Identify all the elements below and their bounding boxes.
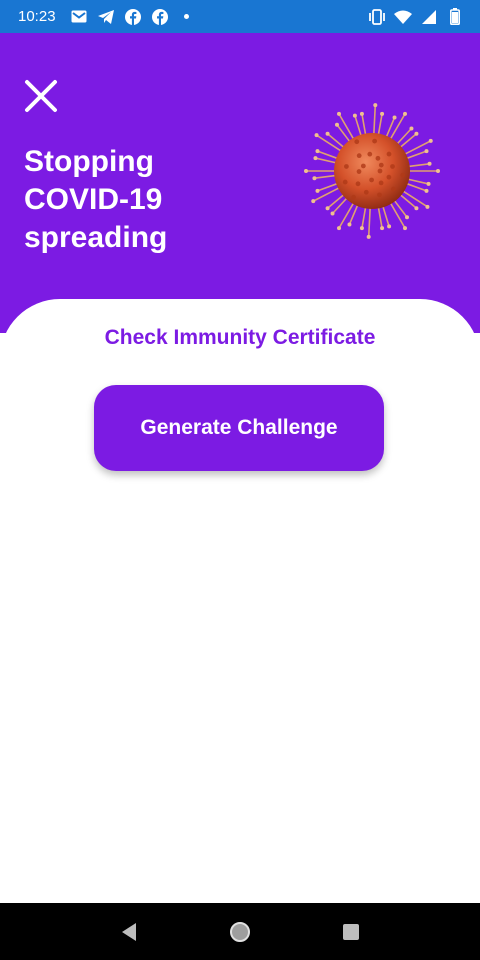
status-bar: 10:23	[0, 0, 480, 33]
recents-icon	[342, 923, 359, 940]
battery-icon	[446, 8, 464, 26]
nav-home-button[interactable]	[220, 912, 260, 952]
status-system-icons	[368, 8, 464, 26]
close-icon	[25, 80, 57, 112]
status-time: 10:23	[18, 8, 56, 25]
telegram-icon	[97, 8, 115, 26]
signal-icon	[420, 8, 438, 26]
facebook-icon	[124, 8, 142, 26]
navigation-bar	[0, 903, 480, 960]
page-title: Stopping COVID-19 spreading	[24, 145, 168, 254]
back-icon	[122, 922, 137, 941]
facebook-icon	[151, 8, 169, 26]
notification-dot	[178, 8, 196, 26]
nav-back-button[interactable]	[109, 912, 149, 952]
close-button[interactable]	[22, 77, 60, 115]
nav-recents-button[interactable]	[331, 912, 371, 952]
home-icon	[229, 921, 250, 942]
gmail-icon	[70, 8, 88, 26]
wifi-icon	[394, 8, 412, 26]
content-card: Check Immunity Certificate Generate Chal…	[0, 299, 480, 903]
section-title: Check Immunity Certificate	[104, 326, 376, 349]
coronavirus-illustration	[304, 103, 440, 239]
vibrate-icon	[368, 8, 386, 26]
header: Stopping COVID-19 spreading	[0, 33, 480, 333]
generate-challenge-button[interactable]: Generate Challenge	[94, 385, 384, 471]
status-notification-icons	[70, 8, 196, 26]
